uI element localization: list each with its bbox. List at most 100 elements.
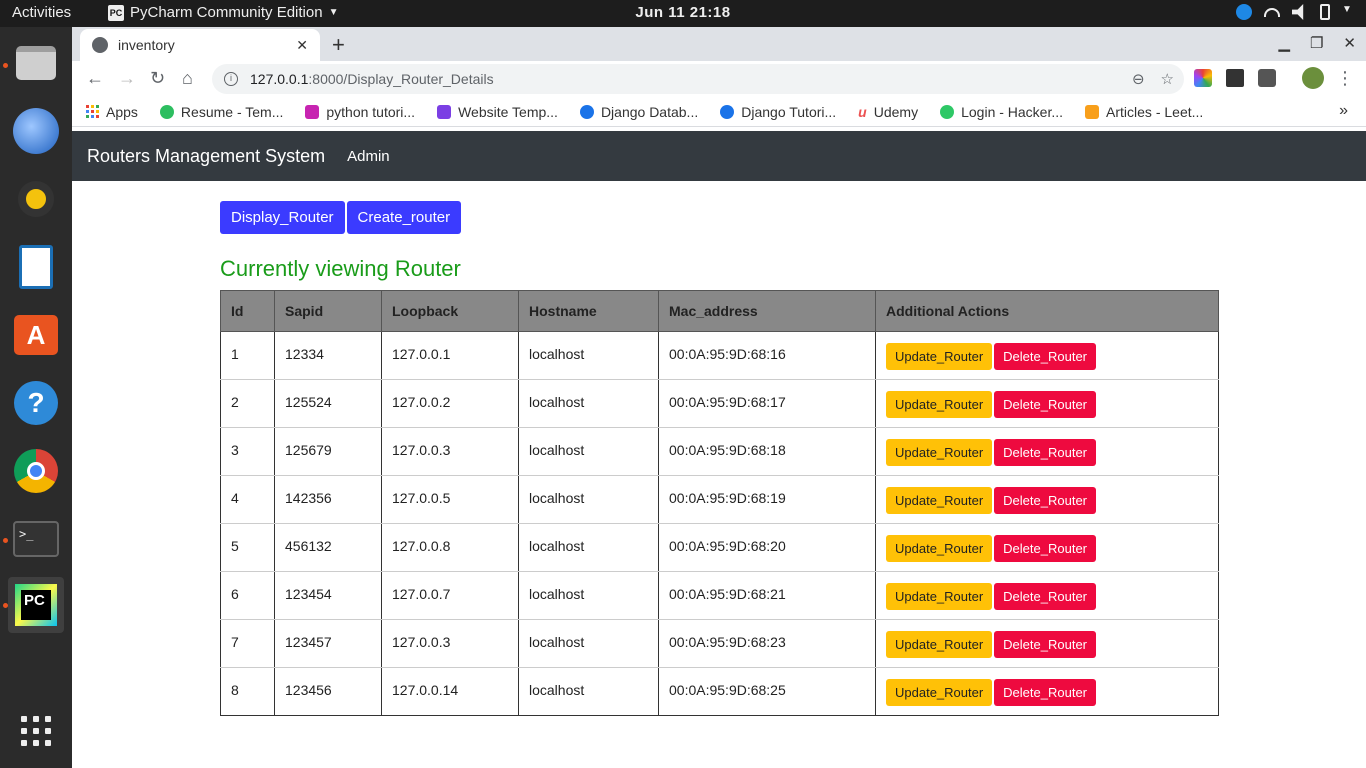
table-row: 3 125679 127.0.0.3 localhost 00:0A:95:9D:68:… [220,427,1219,476]
help-icon[interactable]: ? [8,375,64,431]
battery-icon[interactable] [1320,4,1330,20]
bookmark-resume[interactable]: Resume - Tem... [159,104,283,120]
django-tutorial-favicon-icon [720,104,735,119]
bookmark-udemy[interactable]: u Udemy [858,104,918,120]
column-header-id: Id [220,290,275,332]
cell-actions: Update_Router Delete_Router [875,523,1219,572]
system-tray[interactable]: ▼ [1236,4,1352,20]
cell-actions: Update_Router Delete_Router [875,331,1219,380]
cell-mac-address: 00:0A:95:9D:68:18 [658,427,876,476]
bookmark-label: Website Temp... [458,103,558,120]
cell-loopback: 127.0.0.3 [381,619,519,668]
restore-icon[interactable]: ❐ [1310,34,1323,52]
cell-id: 4 [220,475,275,524]
thunderbird-icon[interactable] [8,103,64,159]
cell-sapid: 123457 [274,619,382,668]
address-bar[interactable]: i 127.0.0.1:8000/Display_Router_Details … [212,64,1184,94]
bookmark-python-tutorial[interactable]: python tutori... [305,104,415,120]
update-router-button[interactable]: Update_Router [886,583,993,610]
tab-inventory[interactable]: inventory ✕ [80,29,320,61]
new-tab-button[interactable]: + [332,32,345,58]
site-brand[interactable]: Routers Management System [87,146,325,167]
delete-router-button[interactable]: Delete_Router [994,583,1096,610]
libreoffice-writer-icon[interactable] [8,239,64,295]
zoom-icon[interactable]: ⊖ [1132,70,1145,88]
volume-icon[interactable] [1292,4,1304,20]
close-window-icon[interactable]: ✕ [1343,34,1356,52]
nav-admin-link[interactable]: Admin [347,148,390,165]
cell-hostname: localhost [518,379,659,428]
delete-router-button[interactable]: Delete_Router [994,391,1096,418]
cell-mac-address: 00:0A:95:9D:68:25 [658,667,876,716]
bookmark-django-database[interactable]: Django Datab... [579,104,698,120]
bookmark-django-tutorial[interactable]: Django Tutori... [720,104,836,120]
clock[interactable]: Jun 11 21:18 [0,4,1366,21]
cell-sapid: 125679 [274,427,382,476]
delete-router-button[interactable]: Delete_Router [994,679,1096,706]
back-icon[interactable]: ← [86,68,104,89]
cell-mac-address: 00:0A:95:9D:68:16 [658,331,876,380]
delete-router-button[interactable]: Delete_Router [994,631,1096,658]
column-header-loopback: Loopback [381,290,519,332]
bookmark-label: Articles - Leet... [1106,103,1204,120]
reload-icon[interactable]: ↻ [150,68,165,89]
system-menu-chevron-icon[interactable]: ▼ [1342,4,1352,20]
table-row: 2 125524 127.0.0.2 localhost 00:0A:95:9D:68:… [220,379,1219,428]
extension-icon[interactable] [1258,69,1276,87]
update-router-button[interactable]: Update_Router [886,535,993,562]
teamviewer-icon[interactable] [1236,4,1252,20]
update-router-button[interactable]: Update_Router [886,439,993,466]
cell-sapid: 125524 [274,379,382,428]
cell-id: 2 [220,379,275,428]
show-applications-icon[interactable] [8,703,64,759]
update-router-button[interactable]: Update_Router [886,631,993,658]
delete-router-button[interactable]: Delete_Router [994,439,1096,466]
cell-loopback: 127.0.0.1 [381,331,519,380]
menu-kebab-icon[interactable]: ⋮ [1336,68,1354,89]
cell-hostname: localhost [518,427,659,476]
forward-icon[interactable]: → [118,68,136,89]
table-row: 7 123457 127.0.0.3 localhost 00:0A:95:9D:68:… [220,619,1219,668]
chrome-icon[interactable] [8,443,64,499]
table-row: 6 123454 127.0.0.7 localhost 00:0A:95:9D:68:… [220,571,1219,620]
cell-hostname: localhost [518,667,659,716]
bookmark-apps[interactable]: Apps [86,104,138,120]
bookmark-website-templates[interactable]: Website Temp... [437,104,558,120]
terminal-icon[interactable]: >_ [8,511,64,567]
cell-loopback: 127.0.0.2 [381,379,519,428]
create-router-button[interactable]: Create_router [346,201,462,234]
files-icon[interactable] [8,35,64,91]
home-icon[interactable]: ⌂ [182,68,193,89]
color-picker-extension-icon[interactable] [1194,69,1212,87]
bookmark-hackerrank[interactable]: Login - Hacker... [940,104,1063,120]
bookmark-leetcode[interactable]: Articles - Leet... [1085,104,1203,120]
site-info-icon[interactable]: i [224,72,238,86]
cell-hostname: localhost [518,523,659,572]
update-router-button[interactable]: Update_Router [886,343,993,370]
profile-avatar[interactable] [1302,67,1324,89]
delete-router-button[interactable]: Delete_Router [994,487,1096,514]
close-tab-icon[interactable]: ✕ [296,37,308,54]
cube-extension-icon[interactable] [1226,69,1244,87]
delete-router-button[interactable]: Delete_Router [994,343,1096,370]
cell-id: 5 [220,523,275,572]
pycharm-icon[interactable]: PC [8,577,64,633]
python-tutorial-favicon-icon [305,104,320,119]
delete-router-button[interactable]: Delete_Router [994,535,1096,562]
wifi-icon[interactable] [1264,7,1280,17]
software-center-icon[interactable]: A [8,307,64,363]
website-templates-favicon-icon [437,104,452,119]
update-router-button[interactable]: Update_Router [886,487,993,514]
cell-actions: Update_Router Delete_Router [875,571,1219,620]
browser-tab-bar: inventory ✕ + ▁ ❐ ✕ [72,27,1366,61]
window-controls: ▁ ❐ ✕ [1278,34,1356,52]
bookmark-star-icon[interactable]: ☆ [1161,70,1174,88]
update-router-button[interactable]: Update_Router [886,391,993,418]
rhythmbox-icon[interactable] [8,171,64,227]
more-bookmarks-icon[interactable]: » [1339,102,1348,120]
display-router-button[interactable]: Display_Router [220,201,345,234]
minimize-icon[interactable]: ▁ [1278,34,1290,52]
cell-sapid: 456132 [274,523,382,572]
site-navbar: Routers Management System Admin [72,131,1366,181]
update-router-button[interactable]: Update_Router [886,679,993,706]
